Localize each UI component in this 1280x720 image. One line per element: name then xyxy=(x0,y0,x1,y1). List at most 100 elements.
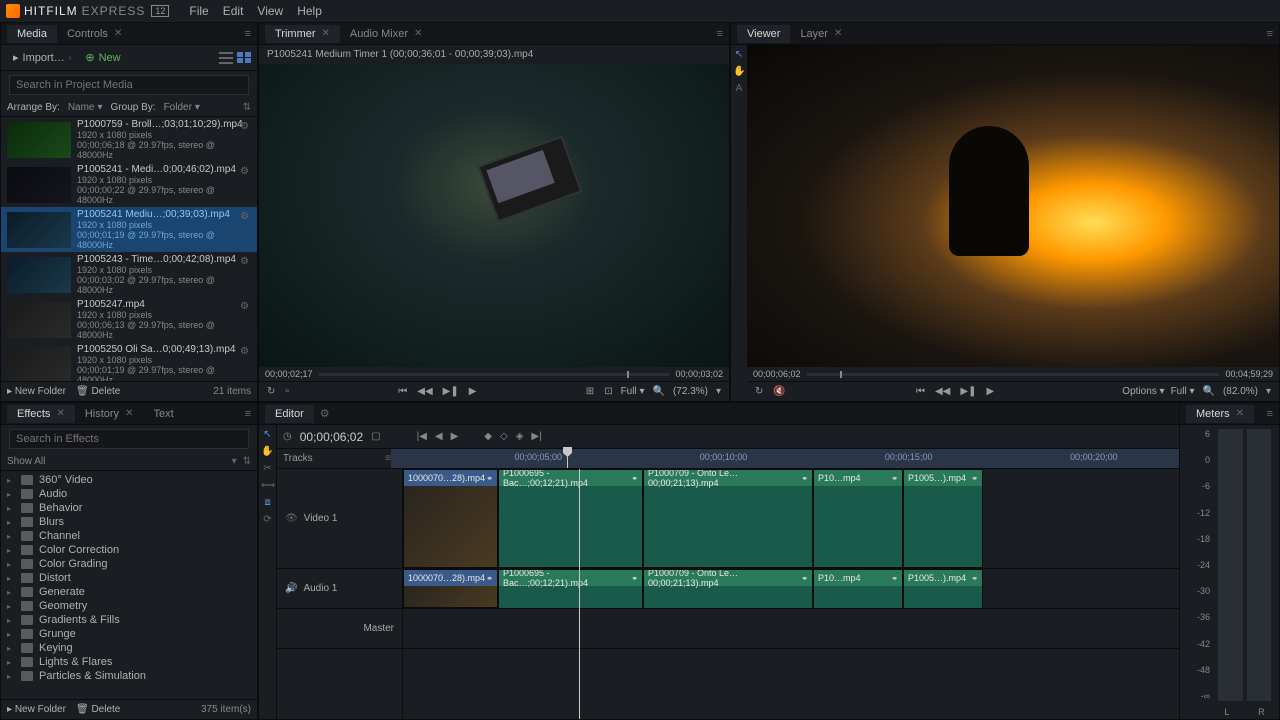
sort-icon[interactable]: ⇅ xyxy=(243,102,251,113)
search-media-input[interactable] xyxy=(9,75,249,95)
next-edit-button[interactable]: ▶| xyxy=(531,431,541,442)
effects-category[interactable]: ▸Keying xyxy=(1,641,257,655)
trimmer-scrubber[interactable] xyxy=(319,373,670,376)
master-track[interactable] xyxy=(403,609,1279,649)
cursor-tool[interactable]: ↖ xyxy=(733,49,745,60)
gear-icon[interactable]: ⚙ xyxy=(240,256,249,267)
timeline-audio-clip[interactable]: P10…mp4⚭ xyxy=(813,569,903,609)
media-item[interactable]: P1005241 Mediu…;00;39;03).mp4 1920 x 108… xyxy=(1,207,257,252)
effects-category[interactable]: ▸Color Correction xyxy=(1,543,257,557)
showall-dropdown[interactable]: Show All xyxy=(7,456,45,467)
close-icon[interactable]: ✕ xyxy=(322,28,330,39)
link-icon[interactable]: ⚭ xyxy=(891,474,898,483)
effects-category[interactable]: ▸Audio xyxy=(1,487,257,501)
mute-icon[interactable]: 🔇 xyxy=(771,386,787,397)
effects-category[interactable]: ▸Channel xyxy=(1,529,257,543)
timeline-clip[interactable]: P10…mp4⚭ xyxy=(813,469,903,568)
video-track-header[interactable]: 👁 Video 1 xyxy=(277,469,402,569)
link-icon[interactable]: ⚭ xyxy=(631,574,638,583)
link-icon[interactable]: ⚭ xyxy=(631,474,638,483)
link-icon[interactable]: ⚭ xyxy=(971,474,978,483)
prev-frame-button[interactable]: ⏮ xyxy=(396,386,409,397)
link-icon[interactable]: ⚭ xyxy=(486,574,493,583)
menu-edit[interactable]: Edit xyxy=(223,4,244,18)
effects-category[interactable]: ▸Behavior xyxy=(1,501,257,515)
range-button[interactable]: ◈ xyxy=(516,431,524,442)
search-effects-input[interactable] xyxy=(9,429,249,449)
link-icon[interactable]: ⚭ xyxy=(801,574,808,583)
close-icon[interactable]: ✕ xyxy=(1236,408,1244,419)
delete-button[interactable]: 🗑 Delete xyxy=(76,386,120,397)
arrange-dropdown[interactable]: Name ▾ xyxy=(68,102,103,113)
tab-viewer[interactable]: Viewer xyxy=(737,25,790,43)
tab-effects[interactable]: Effects✕ xyxy=(7,405,75,423)
tab-meters[interactable]: Meters✕ xyxy=(1186,405,1254,423)
sort-icon[interactable]: ⇅ xyxy=(243,456,251,467)
eye-icon[interactable]: 👁 xyxy=(285,513,298,524)
link-icon[interactable]: ⚭ xyxy=(801,474,808,483)
chevron-down-icon[interactable]: ▾ xyxy=(232,456,237,467)
next-frame-button[interactable]: ▶ xyxy=(467,386,479,397)
speaker-icon[interactable]: 🔊 xyxy=(285,583,297,594)
play-button[interactable]: ▶❚ xyxy=(958,386,978,397)
timeline-ruler[interactable]: 00;00;05;00 00;00;10;00 00;00;15;00 00;0… xyxy=(391,449,1273,468)
menu-view[interactable]: View xyxy=(257,4,283,18)
playhead[interactable] xyxy=(567,449,568,468)
delete-button[interactable]: 🗑 Delete xyxy=(76,704,120,715)
timeline-clip[interactable]: P1000695 - Bac…;00;12;21).mp4⚭ xyxy=(498,469,643,568)
insert-icon[interactable]: ▫ xyxy=(283,386,291,397)
out-point-button[interactable]: ◇ xyxy=(500,431,508,442)
gear-icon[interactable]: ⚙ xyxy=(240,211,249,222)
editor-timecode[interactable]: 00;00;06;02 xyxy=(300,430,363,444)
frame-back-button[interactable]: ◀ xyxy=(435,431,443,442)
loop-icon[interactable]: ↻ xyxy=(265,386,277,397)
tab-layer[interactable]: Layer✕ xyxy=(790,25,852,43)
trimmer-zoom[interactable]: (72.3%) xyxy=(673,386,708,397)
slice-tool[interactable]: ✂ xyxy=(261,463,274,474)
loop-icon[interactable]: ↻ xyxy=(753,386,765,397)
effects-category[interactable]: ▸Generate xyxy=(1,585,257,599)
menu-file[interactable]: File xyxy=(189,4,208,18)
timeline-clip[interactable]: 1000070…28).mp4⚭ xyxy=(403,469,498,568)
new-button[interactable]: ⊕ New xyxy=(85,51,120,64)
effects-category[interactable]: ▸360° Video xyxy=(1,473,257,487)
viewer-scrubber[interactable] xyxy=(807,373,1220,376)
slip-tool[interactable]: ⟷ xyxy=(261,480,274,491)
in-point-button[interactable]: ◆ xyxy=(484,431,492,442)
effects-category[interactable]: ▸Color Grading xyxy=(1,557,257,571)
hand-tool[interactable]: ✋ xyxy=(261,446,274,457)
media-item[interactable]: P1005250 Oli Sa…0;00;49;13).mp4 1920 x 1… xyxy=(1,342,257,381)
tab-editor[interactable]: Editor xyxy=(265,405,314,423)
timeline-clip[interactable]: P1005…).mp4⚭ xyxy=(903,469,983,568)
media-item[interactable]: P1000759 - Broll…;03;01;10;29).mp4 1920 … xyxy=(1,117,257,162)
newfolder-button[interactable]: ▸ New Folder xyxy=(7,704,66,715)
gear-icon[interactable]: ⚙ xyxy=(320,407,330,420)
chevron-down-icon[interactable]: ▾ xyxy=(1264,386,1273,397)
options-dropdown[interactable]: Options ▾ xyxy=(1122,386,1164,397)
hand-tool[interactable]: ✋ xyxy=(733,66,745,77)
gear-icon[interactable]: ⚙ xyxy=(240,301,249,312)
timeline-audio-clip[interactable]: 1000070…28).mp4⚭ xyxy=(403,569,498,608)
menu-help[interactable]: Help xyxy=(297,4,322,18)
panel-menu-icon[interactable]: ≡ xyxy=(1267,408,1273,420)
gear-icon[interactable]: ⚙ xyxy=(240,121,249,132)
quality-dropdown[interactable]: Full ▾ xyxy=(1171,386,1195,397)
prev-frame-button[interactable]: ⏮ xyxy=(914,386,927,397)
tab-text[interactable]: Text xyxy=(143,405,183,423)
close-icon[interactable]: ✕ xyxy=(834,28,842,39)
quality-dropdown[interactable]: Full ▾ xyxy=(621,386,645,397)
effects-category[interactable]: ▸Geometry xyxy=(1,599,257,613)
timeline-clip[interactable]: P1000709 - Onto Le… 00;00;21;13).mp4⚭ xyxy=(643,469,813,568)
panel-menu-icon[interactable]: ≡ xyxy=(245,408,251,420)
media-item[interactable]: P1005247.mp4 1920 x 1080 pixels 00;00;06… xyxy=(1,297,257,342)
trimmer-preview[interactable] xyxy=(259,64,729,367)
panel-menu-icon[interactable]: ≡ xyxy=(1267,28,1273,40)
gear-icon[interactable]: ⚙ xyxy=(240,346,249,357)
close-icon[interactable]: ✕ xyxy=(56,408,64,419)
step-back-button[interactable]: ◀◀ xyxy=(933,386,952,397)
tab-audiomixer[interactable]: Audio Mixer✕ xyxy=(340,25,432,43)
gear-icon[interactable]: ⚙ xyxy=(240,166,249,177)
effects-category[interactable]: ▸Grunge xyxy=(1,627,257,641)
snap-tool[interactable]: ⧈ xyxy=(261,497,274,508)
prev-edit-button[interactable]: |◀ xyxy=(417,431,427,442)
